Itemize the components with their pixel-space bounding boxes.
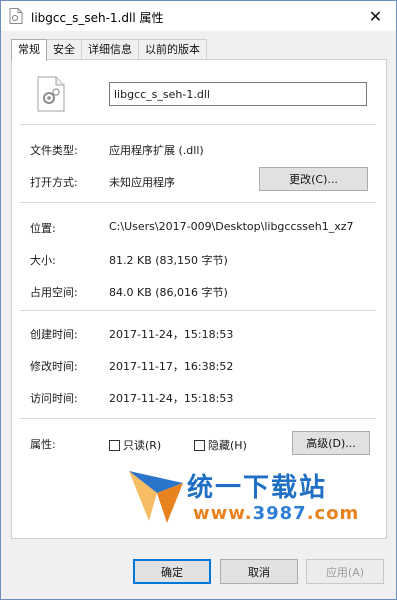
tab-security[interactable]: 安全 (46, 39, 82, 60)
watermark-url-prefix: www. (193, 503, 253, 524)
site-watermark: 统一下载站 www.3987.com (127, 463, 377, 529)
size-label: 大小: (30, 254, 56, 267)
accessed-value: 2017-11-24，15:18:53 (109, 392, 234, 405)
separator (20, 310, 376, 311)
file-name-field[interactable]: libgcc_s_seh-1.dll (109, 82, 367, 106)
close-button[interactable]: ✕ (355, 1, 396, 31)
created-label: 创建时间: (30, 328, 78, 341)
apply-button[interactable]: 应用(A) (306, 559, 384, 584)
hidden-checkbox[interactable]: 隐藏(H) (194, 437, 247, 453)
file-type-label: 文件类型: (30, 144, 78, 157)
readonly-checkbox[interactable]: 只读(R) (109, 437, 161, 453)
cancel-button[interactable]: 取消 (220, 559, 298, 584)
separator (20, 124, 376, 125)
location-value: C:\Users\2017-009\Desktop\libgccsseh1_xz… (109, 220, 354, 233)
attributes-label: 属性: (30, 438, 56, 451)
open-with-label: 打开方式: (30, 176, 78, 189)
tab-previous-versions[interactable]: 以前的版本 (138, 39, 207, 60)
tab-general[interactable]: 常规 (11, 39, 47, 61)
size-on-disk-label: 占用空间: (30, 286, 78, 299)
tab-details[interactable]: 详细信息 (81, 39, 139, 60)
separator (20, 202, 376, 203)
tab-strip: 常规 安全 详细信息 以前的版本 (11, 39, 207, 61)
separator (20, 418, 376, 419)
change-button[interactable]: 更改(C)... (259, 167, 368, 191)
readonly-checkbox-box[interactable] (109, 439, 120, 451)
watermark-url-suffix: .com (306, 503, 360, 524)
watermark-url: www.3987.com (193, 503, 359, 524)
advanced-button[interactable]: 高级(D)... (292, 431, 370, 455)
file-type-value: 应用程序扩展 (.dll) (109, 144, 204, 157)
close-icon: ✕ (368, 6, 383, 26)
ok-button[interactable]: 确定 (133, 559, 211, 584)
hidden-checkbox-box[interactable] (194, 439, 205, 451)
created-value: 2017-11-24，15:18:53 (109, 328, 234, 341)
dll-file-icon (9, 8, 23, 24)
window-title: libgcc_s_seh-1.dll 属性 (31, 11, 164, 25)
modified-label: 修改时间: (30, 360, 78, 373)
watermark-brand-text: 统一下载站 (187, 473, 328, 503)
watermark-url-number: 3987 (252, 503, 307, 524)
accessed-label: 访问时间: (30, 392, 78, 405)
size-on-disk-value: 84.0 KB (86,016 字节) (109, 286, 228, 299)
title-bar: libgcc_s_seh-1.dll 属性 ✕ (1, 1, 396, 31)
hidden-checkbox-label: 隐藏(H) (208, 439, 247, 452)
watermark-logo-icon (129, 471, 183, 523)
properties-dialog: libgcc_s_seh-1.dll 属性 ✕ 常规 安全 详细信息 以前的版本… (0, 0, 397, 600)
open-with-value: 未知应用程序 (109, 176, 175, 189)
readonly-checkbox-label: 只读(R) (123, 439, 162, 452)
modified-value: 2017-11-17，16:38:52 (109, 360, 234, 373)
size-value: 81.2 KB (83,150 字节) (109, 254, 228, 267)
location-label: 位置: (30, 222, 56, 235)
dll-gear-file-icon (37, 76, 65, 112)
